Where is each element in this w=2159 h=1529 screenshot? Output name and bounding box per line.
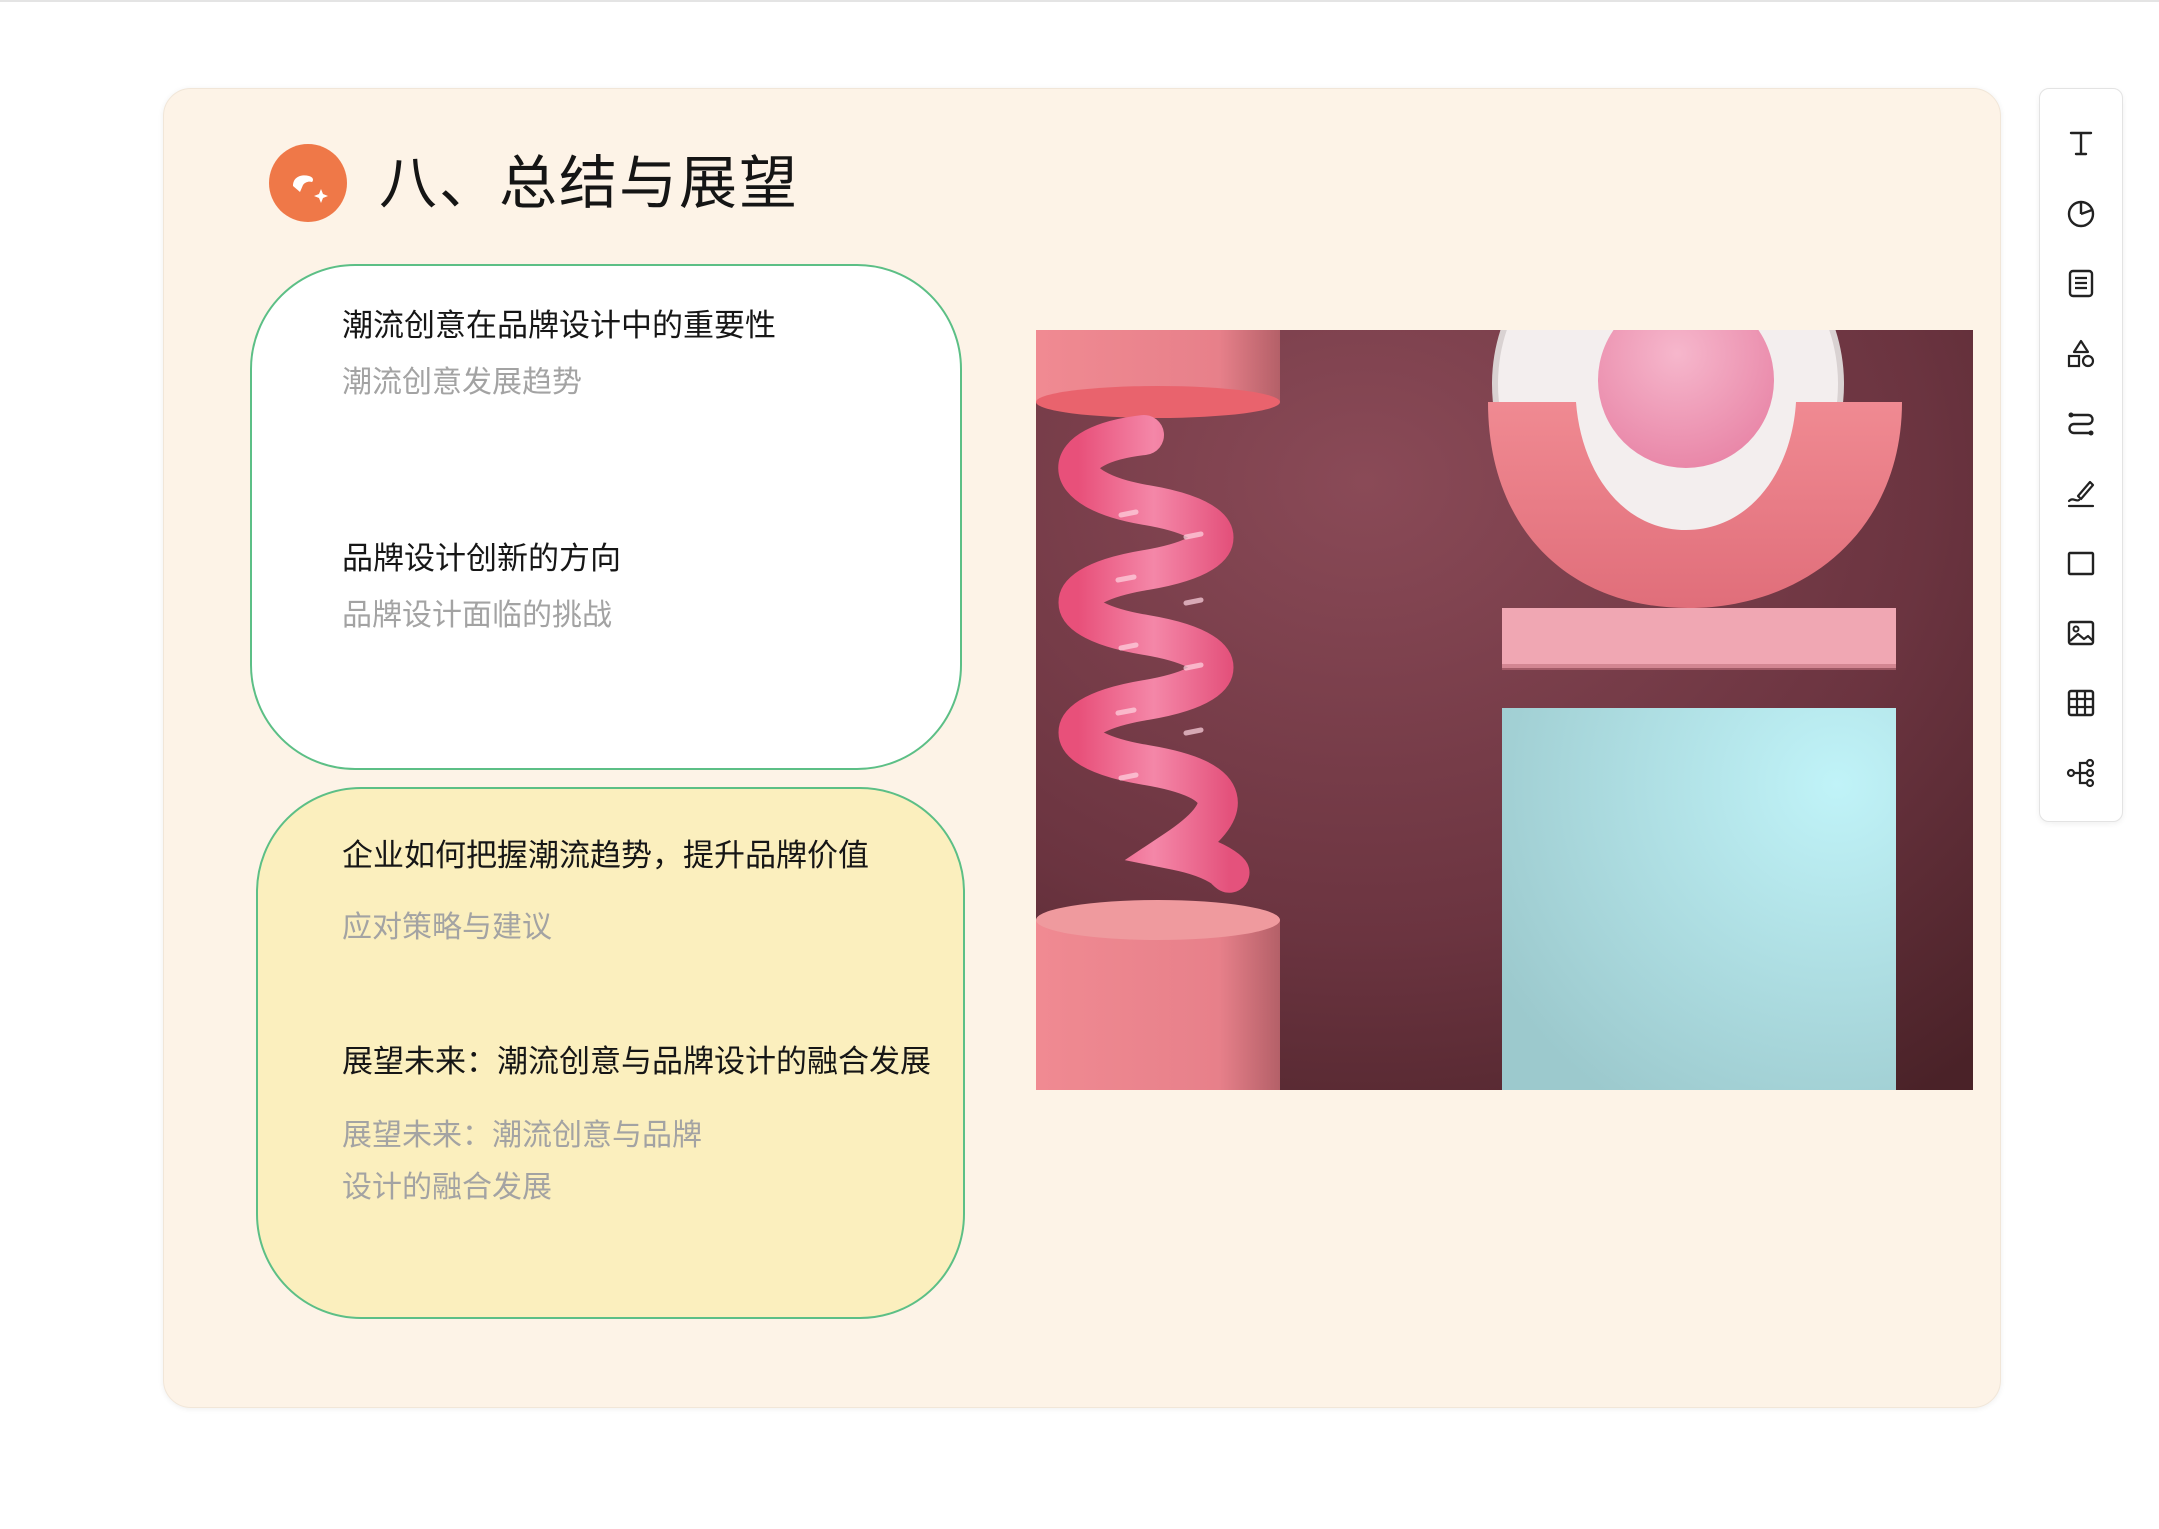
shapes-icon[interactable] — [2053, 325, 2109, 381]
sparkle-bubble-icon — [269, 144, 347, 222]
pie-chart-icon[interactable] — [2053, 185, 2109, 241]
document-icon[interactable] — [2053, 255, 2109, 311]
pen-icon[interactable] — [2053, 465, 2109, 521]
card-item-subtext[interactable]: 品牌设计面临的挑战 — [342, 590, 612, 642]
text-icon[interactable] — [2053, 115, 2109, 171]
slide-title[interactable]: 八、总结与展望 — [379, 144, 799, 222]
card-item-subtext[interactable]: 设计的融合发展 — [342, 1162, 552, 1214]
mindmap-icon[interactable] — [2053, 745, 2109, 801]
connector-icon[interactable] — [2053, 395, 2109, 451]
card-item-heading[interactable]: 展望未来：潮流创意与品牌设计的融合发展 — [342, 1042, 931, 1082]
top-border — [0, 0, 2159, 2]
card-item-subtext[interactable]: 展望未来：潮流创意与品牌 — [342, 1110, 702, 1162]
slide-canvas[interactable]: 八、总结与展望 潮流创意在品牌设计中的重要性 潮流创意发展趋势 品牌设计创新的方… — [163, 88, 2001, 1408]
card-item-heading[interactable]: 品牌设计创新的方向 — [342, 539, 621, 579]
table-icon[interactable] — [2053, 675, 2109, 731]
card-item-subtext[interactable]: 应对策略与建议 — [342, 902, 552, 954]
card-item-heading[interactable]: 企业如何把握潮流趋势，提升品牌价值 — [342, 836, 869, 876]
card-item-heading[interactable]: 潮流创意在品牌设计中的重要性 — [342, 306, 776, 346]
summary-card-top[interactable]: 潮流创意在品牌设计中的重要性 潮流创意发展趋势 品牌设计创新的方向 品牌设计面临… — [250, 264, 962, 770]
card-item-subtext[interactable]: 潮流创意发展趋势 — [342, 357, 582, 409]
image-icon[interactable] — [2053, 605, 2109, 661]
insert-toolbar — [2039, 88, 2123, 822]
abstract-3d-shapes-image[interactable] — [1036, 330, 1973, 1090]
summary-card-bottom[interactable]: 企业如何把握潮流趋势，提升品牌价值 应对策略与建议 展望未来：潮流创意与品牌设计… — [256, 787, 965, 1319]
rectangle-icon[interactable] — [2053, 535, 2109, 591]
